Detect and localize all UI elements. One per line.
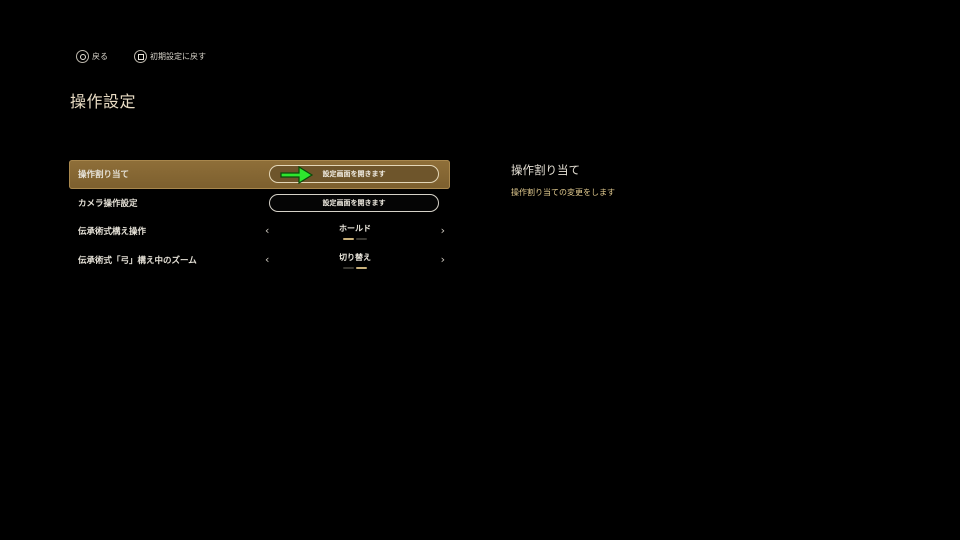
open-settings-button[interactable]: 設定画面を開きます [269,193,439,212]
selector-value: ホールド [339,224,371,234]
button-hint-bar: 戻る 初期設定に戻す [76,50,232,63]
back-hint-label: 戻る [92,52,108,61]
setting-row-stance-operation[interactable]: 伝承術式構え操作 ‹ ホールド › [69,217,450,246]
page-title: 操作設定 [70,92,137,111]
option-indicator [265,266,445,269]
reset-defaults-hint[interactable]: 初期設定に戻す [134,50,206,63]
setting-row-bow-zoom[interactable]: 伝承術式「弓」構え中のズーム ‹ 切り替え › [69,246,450,275]
setting-row-control-assignment[interactable]: 操作割り当て 設定画面を開きます [69,160,450,189]
setting-label: 操作割り当て [78,170,130,181]
setting-label: 伝承術式「弓」構え中のズーム [78,255,197,266]
description-panel: 操作割り当て 操作割り当ての変更をします [511,162,615,198]
circle-button-icon [76,50,89,63]
option-indicator [265,238,445,241]
square-button-icon [134,50,147,63]
back-hint[interactable]: 戻る [76,50,108,63]
chevron-right-icon[interactable]: › [441,254,445,265]
settings-list: 操作割り当て 設定画面を開きます カメラ操作設定 設定画面を開きます 伝承術式構… [69,160,450,274]
description-title: 操作割り当て [511,163,580,177]
selector-value: 切り替え [339,252,371,262]
description-text: 操作割り当ての変更をします [511,188,615,197]
option-pip [356,266,367,269]
green-arrow-icon [280,165,314,185]
setting-row-camera[interactable]: カメラ操作設定 設定画面を開きます [69,189,450,218]
option-pip [343,266,354,269]
setting-label: 伝承術式構え操作 [78,227,147,238]
option-selector[interactable]: ‹ 切り替え › [265,246,445,274]
option-pip [343,238,354,241]
reset-defaults-hint-label: 初期設定に戻す [150,52,206,61]
setting-label: カメラ操作設定 [78,198,138,209]
option-pip [356,238,367,241]
chevron-right-icon[interactable]: › [441,225,445,236]
option-selector[interactable]: ‹ ホールド › [265,217,445,245]
